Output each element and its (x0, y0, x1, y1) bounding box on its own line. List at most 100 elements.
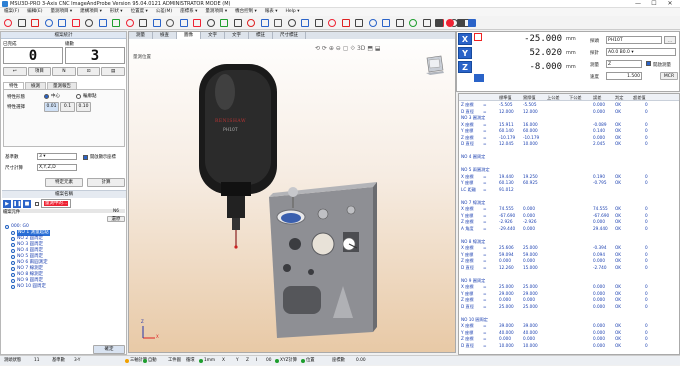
grid-row[interactable]: D 直徑 = 10.000 10.000 0.000 OK 0 (459, 343, 679, 349)
radio-center[interactable] (44, 93, 49, 99)
toolbar-cone-icon[interactable] (112, 19, 120, 27)
toolbar-tangent-icon[interactable] (193, 19, 201, 27)
z-rotate-icon[interactable] (474, 74, 484, 82)
toolbar-cylinder-icon[interactable] (98, 19, 107, 27)
camera-icon[interactable] (468, 19, 476, 27)
grid-row[interactable]: NO 4 圓周定 (459, 154, 679, 160)
grid-row[interactable]: X 座標 = 25.000 25.000 0.000 OK 0 (459, 284, 679, 290)
grid-row[interactable]: Y 座標 = 59.094 59.000 0.094 OK 0 (459, 252, 679, 258)
grid-row[interactable]: NO 5 兩圓測定 (459, 167, 679, 173)
enable-measure-checkbox[interactable] (646, 61, 651, 66)
toolbar-parallel-icon[interactable] (206, 19, 215, 27)
radio-outline[interactable] (76, 93, 81, 99)
toolbar-flatness-icon[interactable] (233, 19, 242, 27)
calculate-button[interactable]: 計算 (87, 178, 125, 187)
menu-item-10[interactable]: 報表 ▾ (261, 8, 282, 16)
toolbar-undo-icon[interactable] (422, 19, 431, 27)
confirm-button[interactable]: 確定 (93, 345, 125, 354)
grid-row[interactable]: Z 座標 = -2.926 -2.926 0.000 OK 0 (459, 219, 679, 225)
toolbar-coord-system-icon[interactable] (287, 19, 296, 27)
menu-item-6[interactable]: 公差(M) (152, 8, 176, 16)
toolbar-rotate-icon[interactable] (328, 19, 336, 27)
step-checkbox[interactable] (35, 201, 39, 206)
close-button[interactable]: ✕ (662, 0, 678, 8)
speed-input[interactable]: 1.500 (606, 72, 642, 80)
grid-row[interactable]: X 座標 = 74.555 0.000 74.555 OK 0 (459, 206, 679, 212)
axis-z-button[interactable]: Z (458, 61, 472, 73)
toolbar-circle-icon[interactable] (31, 19, 39, 27)
grid-row[interactable]: NO 3 圓測定 (459, 115, 679, 121)
toolbar-plane-icon[interactable] (85, 19, 93, 27)
record-icon[interactable] (446, 19, 454, 27)
toolbar-align-icon[interactable] (301, 19, 309, 27)
toolbar-symmetry-icon[interactable] (179, 19, 188, 27)
grid-row[interactable]: NO 10 圓周定 (459, 317, 679, 323)
tree-item[interactable]: NO 10 圓周定 (3, 284, 125, 290)
menu-item-3[interactable]: 建構項目 ▾ (76, 8, 106, 16)
tip-select[interactable]: A0.0 B0.0 ▾ (606, 48, 676, 56)
toolbar-sphere-icon[interactable] (125, 19, 134, 27)
show-coords-checkbox[interactable] (83, 154, 88, 160)
toolbar-save-icon[interactable] (395, 19, 404, 27)
grid-row[interactable]: A 角度 = -29.440 0.000 29.440 OK 0 (459, 226, 679, 232)
menu-item-0[interactable]: 檔案(F) (0, 8, 23, 16)
screen-icon[interactable] (457, 19, 465, 27)
grid-row[interactable] (459, 271, 679, 277)
grid-row[interactable]: Y 座標 = 29.000 29.000 0.000 OK 0 (459, 291, 679, 297)
precision-001-button[interactable]: 0.01 (44, 102, 59, 112)
grid-row[interactable]: D 直徑 = 25.000 25.000 0.000 OK 0 (459, 304, 679, 310)
toolbar-point-icon[interactable] (58, 19, 66, 27)
menu-item-1[interactable]: 編輯(E) (23, 8, 46, 16)
toolbar-perpendicular-icon[interactable] (220, 19, 228, 27)
menu-item-2[interactable]: 量測項目 ▾ (46, 8, 76, 16)
toolbar-position-icon[interactable] (260, 19, 269, 27)
special-element-button[interactable]: 特定元素 (45, 178, 83, 187)
grid-row[interactable] (459, 232, 679, 238)
axis-x-button[interactable]: X (458, 33, 472, 45)
nav-item-button[interactable]: 項目 (27, 67, 52, 76)
x-lock-icon[interactable] (474, 33, 482, 41)
probe-edit-button[interactable]: … (664, 36, 676, 44)
grid-row[interactable]: D 直徑 = 12.045 10.000 2.045 OK 0 (459, 141, 679, 147)
toolbar-report-icon[interactable] (368, 19, 377, 27)
grid-row[interactable]: Y 座標 = 60.140 60.000 0.140 OK 0 (459, 128, 679, 134)
3d-viewport[interactable]: 測量 檢查 圖像 文字 文字 標註 尺寸標註 量測位置 ⟲ ⟳ ⊕ ⊖ ▢ ⟐ 3D ⬒ ⬓ (128, 31, 456, 353)
axis-y-button[interactable]: Y (458, 47, 472, 59)
toolbar-measure-icon[interactable] (355, 19, 363, 27)
grid-row[interactable]: X 座標 = 15.911 16.000 -0.089 OK 0 (459, 122, 679, 128)
minimize-button[interactable]: — (630, 0, 646, 8)
grid-row[interactable] (459, 193, 679, 199)
grid-row[interactable]: D 直徑 = 12.000 12.000 0.000 OK 0 (459, 109, 679, 115)
film-icon[interactable] (435, 19, 443, 27)
grid-row[interactable]: Z 座標 = -10.179 -10.179 0.000 OK 0 (459, 135, 679, 141)
nav-list-button[interactable]: ▤ (101, 67, 125, 76)
grid-row[interactable]: Z 座標 = 0.000 0.000 0.000 OK 0 (459, 297, 679, 303)
menu-item-8[interactable]: 量測項目 ▾ (201, 8, 231, 16)
grid-row[interactable]: Y 座標 = 60.130 60.925 -0.795 OK 0 (459, 180, 679, 186)
maximize-button[interactable]: ☐ (646, 0, 662, 8)
probe-select[interactable]: PH10T (606, 36, 662, 44)
undo-button[interactable]: ↩ (3, 67, 27, 76)
nav-frame-button[interactable]: ⊡ (76, 67, 101, 76)
precision-010-button[interactable]: 0.10 (76, 102, 91, 112)
grid-row[interactable]: Z 座標 = -5.505 -5.505 0.000 OK 0 (459, 102, 679, 108)
toolbar-rect-icon[interactable] (71, 19, 80, 27)
toolbar-angle-icon[interactable] (152, 19, 161, 27)
base-select[interactable]: 3 ▾ (37, 153, 77, 160)
calc-input[interactable]: X,Y,Z,D (37, 164, 77, 171)
menu-item-7[interactable]: 座標系 ▾ (176, 8, 201, 16)
plane-select[interactable]: Z (606, 60, 642, 68)
precision-01-button[interactable]: 0.1 (60, 102, 75, 112)
menu-item-4[interactable]: 形狀 ▾ (106, 8, 127, 16)
pause-icon[interactable]: ❚❚ (13, 199, 21, 208)
grid-row[interactable]: Y 座標 = 40.000 40.000 0.000 OK 0 (459, 330, 679, 336)
toolbar-slot-icon[interactable] (139, 19, 147, 27)
grid-row[interactable]: NO 8 線測定 (459, 239, 679, 245)
toolbar-datum-icon[interactable] (274, 19, 282, 27)
toolbar-print-icon[interactable] (382, 19, 390, 27)
stop-icon[interactable]: ■ (23, 199, 31, 208)
grid-row[interactable]: Z 座標 = 0.000 0.000 0.000 OK 0 (459, 258, 679, 264)
grid-row[interactable]: NO 7 線測定 (459, 200, 679, 206)
menu-item-9[interactable]: 機台控制 ▾ (231, 8, 261, 16)
menu-item-5[interactable]: 位置度 ▾ (127, 8, 152, 16)
